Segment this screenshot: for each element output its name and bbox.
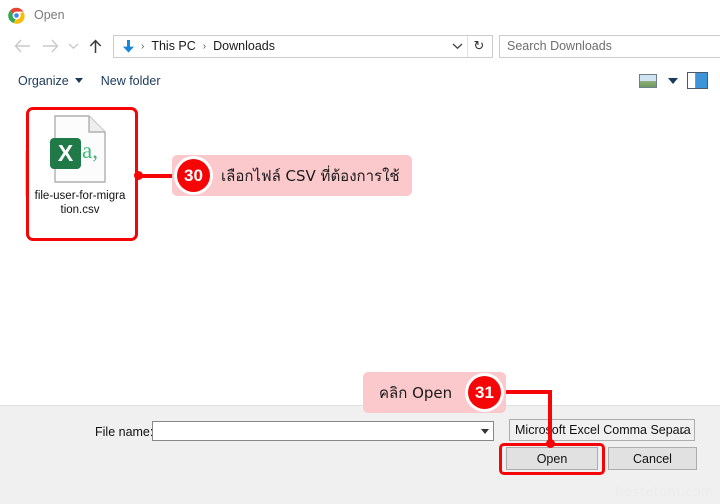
annotation-text-31: คลิก Open	[379, 383, 453, 402]
downloads-arrow-icon	[120, 38, 136, 54]
cancel-button-label: Cancel	[633, 451, 672, 466]
breadcrumb[interactable]: › This PC › Downloads ↻	[113, 34, 493, 58]
back-arrow-icon[interactable]	[10, 33, 34, 59]
annotation-connector-line-31-h	[500, 390, 552, 394]
filename-input[interactable]	[152, 421, 494, 441]
preview-pane-icon[interactable]	[687, 72, 708, 89]
search-input[interactable]: Search Downloads	[499, 34, 720, 58]
list-item-label: file-user-for-migration.csv	[34, 190, 126, 217]
list-item[interactable]: X a, file-user-for-migration.csv	[30, 109, 130, 218]
view-options-group	[639, 72, 720, 89]
annotation-badge-31: 31	[468, 376, 501, 409]
filetype-select[interactable]: Microsoft Excel Comma Separa ⌄	[509, 419, 695, 441]
up-arrow-icon[interactable]	[84, 33, 106, 59]
annotation-callout-30: 30 เลือกไฟล์ CSV ที่ต้องการใช้	[172, 155, 412, 196]
annotation-text-30: เลือกไฟล์ CSV ที่ต้องการใช้	[221, 166, 400, 185]
chevron-down-icon[interactable]	[668, 77, 678, 84]
chevron-down-icon	[74, 78, 83, 83]
file-list-area[interactable]: X a, file-user-for-migration.csv	[0, 95, 720, 405]
excel-csv-file-icon: X a,	[50, 115, 106, 183]
open-button[interactable]: Open	[506, 447, 598, 470]
annotation-connector-line-31-v	[548, 390, 552, 444]
breadcrumb-item-this-pc[interactable]: This PC	[149, 39, 197, 53]
chevron-down-icon[interactable]	[448, 36, 466, 57]
command-bar: Organize New folder	[0, 66, 720, 96]
breadcrumb-separator: ›	[202, 40, 207, 52]
chrome-logo-icon	[8, 6, 25, 24]
organize-button[interactable]: Organize	[9, 66, 92, 95]
view-layout-icon[interactable]	[639, 73, 657, 88]
annotation-badge-30: 30	[177, 159, 210, 192]
breadcrumb-separator: ›	[141, 40, 145, 52]
cancel-button[interactable]: Cancel	[608, 447, 697, 470]
filename-label: File name:	[95, 425, 154, 439]
new-folder-label: New folder	[100, 73, 161, 88]
recent-locations-chevron-icon[interactable]	[64, 33, 82, 59]
chevron-down-icon: ⌄	[677, 424, 687, 437]
annotation-connector-dot-31	[545, 439, 555, 448]
nav-pane-divider	[25, 151, 27, 196]
organize-label: Organize	[18, 73, 69, 88]
open-file-dialog: Open › This PC › Downloads ↻ Search Down…	[0, 0, 720, 504]
refresh-icon[interactable]: ↻	[467, 35, 490, 57]
title-bar: Open	[0, 0, 720, 30]
filetype-value: Microsoft Excel Comma Separa	[515, 423, 691, 437]
forward-arrow-icon[interactable]	[38, 33, 62, 59]
watermark: hostatom.com	[615, 485, 714, 500]
excel-x-badge: X	[50, 138, 81, 169]
address-bar-row: › This PC › Downloads ↻ Search Downloads	[0, 30, 720, 62]
window-title: Open	[34, 8, 65, 22]
chevron-down-icon[interactable]	[481, 428, 489, 434]
breadcrumb-item-downloads[interactable]: Downloads	[211, 39, 277, 53]
csv-a-glyph: a,	[82, 138, 98, 163]
annotation-callout-31: คลิก Open 31	[363, 372, 506, 413]
search-placeholder: Search Downloads	[507, 39, 612, 53]
open-button-label: Open	[536, 451, 568, 466]
new-folder-button[interactable]: New folder	[92, 66, 170, 95]
